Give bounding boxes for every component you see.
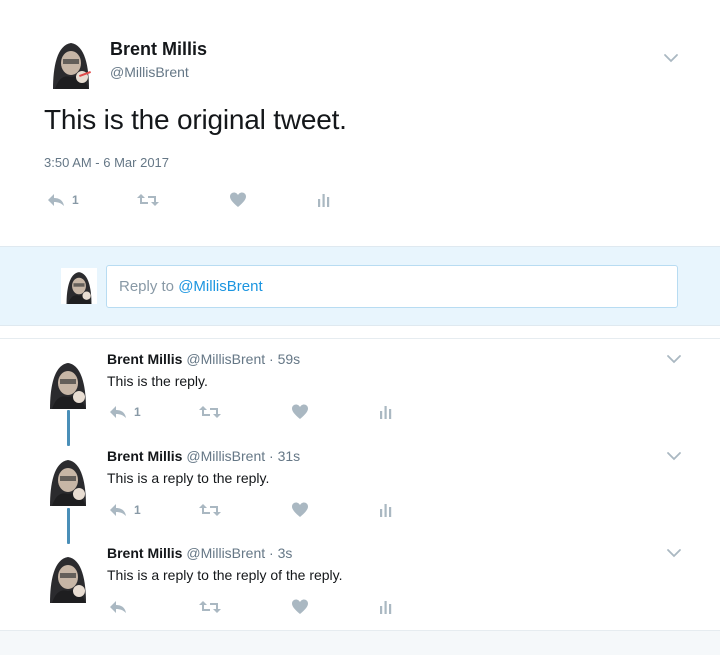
analytics-button[interactable] (378, 502, 394, 518)
analytics-button[interactable] (378, 404, 394, 420)
author-name[interactable]: Brent Millis (110, 39, 207, 60)
reply-tweet[interactable]: Brent Millis @MillisBrent · 31s This is … (0, 444, 720, 534)
reply-count: 1 (134, 405, 141, 419)
heart-icon (292, 502, 308, 517)
like-button[interactable] (229, 192, 247, 208)
avatar[interactable] (42, 551, 94, 603)
divider (0, 338, 720, 339)
retweet-icon (137, 194, 159, 206)
analytics-icon (318, 194, 330, 207)
reply-icon (48, 194, 64, 206)
reply-time[interactable]: · 3s (269, 545, 292, 561)
author-name[interactable]: Brent Millis (107, 448, 182, 464)
avatar[interactable] (45, 37, 97, 89)
author-handle[interactable]: @MillisBrent (186, 448, 265, 464)
reply-time[interactable]: · 59s (269, 351, 300, 367)
retweet-icon (199, 504, 221, 516)
like-button[interactable] (291, 404, 309, 420)
reply-header: Brent Millis @MillisBrent · 31s (107, 448, 300, 464)
reply-time[interactable]: · 31s (269, 448, 300, 464)
avatar[interactable] (42, 357, 94, 409)
retweet-button[interactable] (198, 502, 222, 518)
reply-count: 1 (72, 193, 79, 207)
chevron-down-icon[interactable] (666, 448, 682, 464)
analytics-icon (380, 601, 392, 614)
like-button[interactable] (291, 599, 309, 615)
reply-button[interactable]: 1 (108, 502, 141, 518)
reply-text: This is a reply to the reply. (107, 470, 270, 486)
author-handle[interactable]: @MillisBrent (110, 64, 189, 80)
author-handle[interactable]: @MillisBrent (186, 545, 265, 561)
retweet-button[interactable] (198, 404, 222, 420)
reply-text: This is the reply. (107, 373, 208, 389)
reply-count: 1 (134, 503, 141, 517)
like-button[interactable] (291, 502, 309, 518)
heart-icon (292, 404, 308, 419)
analytics-icon (380, 504, 392, 517)
reply-header: Brent Millis @MillisBrent · 59s (107, 351, 300, 367)
reply-tweet[interactable]: Brent Millis @MillisBrent · 3s This is a… (0, 541, 720, 629)
retweet-button[interactable] (198, 599, 222, 615)
reply-icon (110, 601, 126, 613)
reply-icon (110, 504, 126, 516)
reply-tweet[interactable]: Brent Millis @MillisBrent · 59s This is … (0, 347, 720, 437)
reply-button[interactable]: 1 (46, 192, 79, 208)
reply-button[interactable] (108, 599, 134, 615)
reply-composer: Reply to @MillisBrent (0, 246, 720, 326)
retweet-icon (199, 406, 221, 418)
avatar[interactable] (42, 454, 94, 506)
author-name[interactable]: Brent Millis (107, 545, 182, 561)
analytics-icon (380, 406, 392, 419)
reply-input[interactable]: Reply to @MillisBrent (106, 265, 678, 308)
analytics-button[interactable] (378, 599, 394, 615)
heart-icon (292, 599, 308, 614)
reply-prefix: Reply to (119, 278, 179, 295)
reply-mention: @MillisBrent (178, 278, 263, 295)
chevron-down-icon[interactable] (663, 50, 679, 66)
tweet-text: This is the original tweet. (44, 104, 347, 135)
author-name[interactable]: Brent Millis (107, 351, 182, 367)
reply-icon (110, 406, 126, 418)
reply-header: Brent Millis @MillisBrent · 3s (107, 545, 292, 561)
original-tweet: Brent Millis @MillisBrent This is the or… (0, 0, 720, 246)
analytics-button[interactable] (316, 192, 332, 208)
tweet-timestamp[interactable]: 3:50 AM - 6 Mar 2017 (44, 155, 169, 170)
reply-button[interactable]: 1 (108, 404, 141, 420)
chevron-down-icon[interactable] (666, 351, 682, 367)
bottom-divider (0, 630, 720, 655)
chevron-down-icon[interactable] (666, 545, 682, 561)
retweet-button[interactable] (136, 192, 160, 208)
author-handle[interactable]: @MillisBrent (186, 351, 265, 367)
retweet-icon (199, 601, 221, 613)
avatar (61, 268, 97, 304)
reply-text: This is a reply to the reply of the repl… (107, 567, 343, 583)
heart-icon (230, 192, 246, 207)
